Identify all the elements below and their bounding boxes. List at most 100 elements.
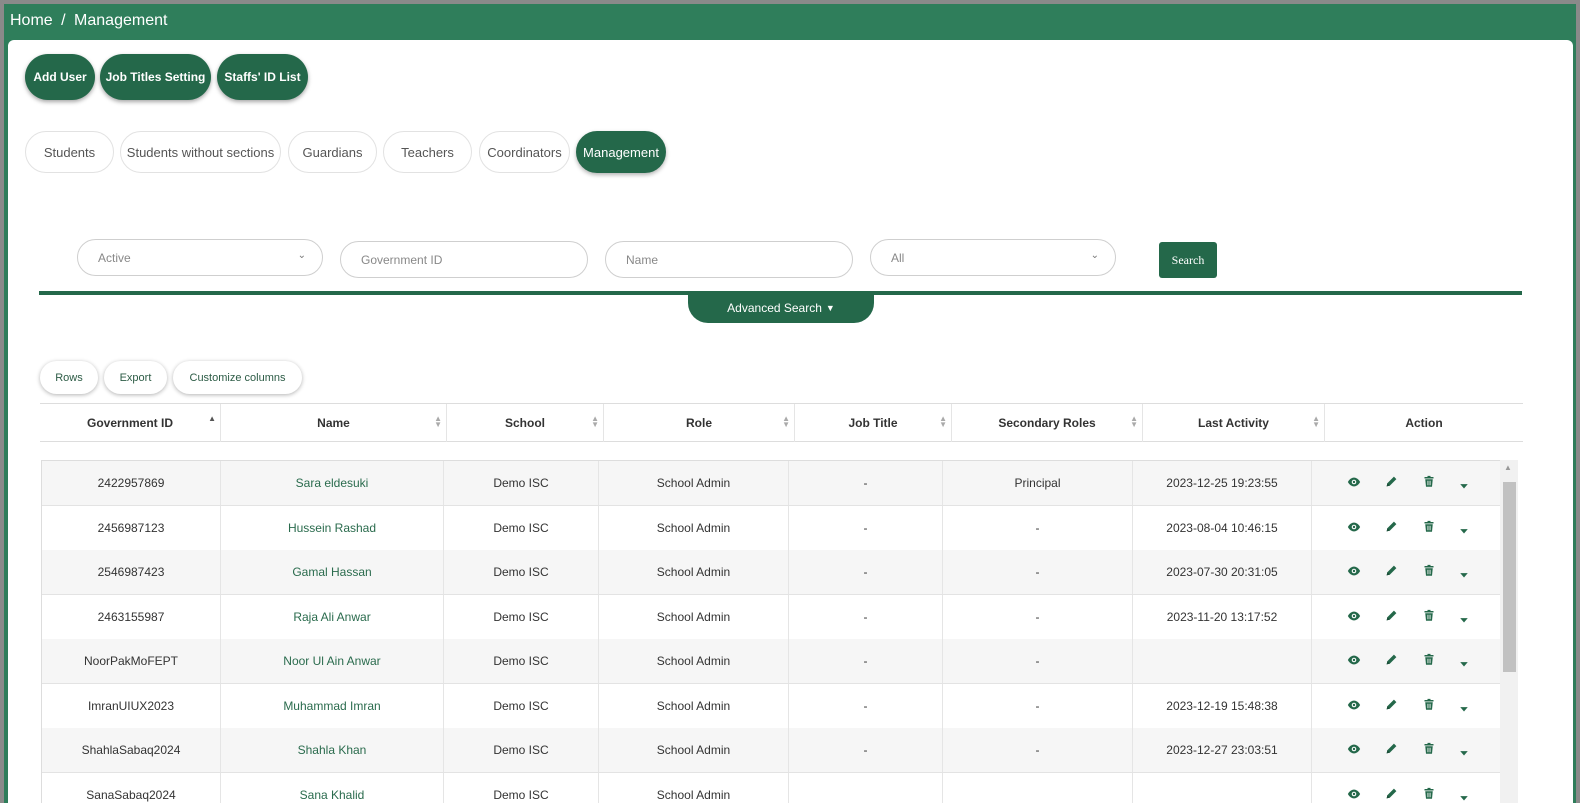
eye-icon[interactable] (1347, 564, 1363, 580)
cell-job-title: - (789, 550, 943, 594)
column-secondary-roles[interactable]: Secondary Roles ▲ ▼ (952, 404, 1143, 442)
tab-management[interactable]: Management (576, 131, 666, 173)
sort-asc-icon: ▲ (208, 414, 216, 423)
eye-icon[interactable] (1347, 787, 1363, 803)
pencil-icon[interactable] (1385, 698, 1401, 714)
cell-name[interactable]: Gamal Hassan (221, 550, 444, 594)
chevron-down-icon: ⌄ (297, 250, 306, 261)
table-body: 2422957869 Sara eldesuki Demo ISC School Ad… (41, 460, 1500, 803)
caret-down-icon[interactable] (1459, 701, 1475, 717)
cell-last-activity: 2023-12-25 19:23:55 (1133, 461, 1312, 505)
cell-name[interactable]: Hussein Rashad (221, 505, 444, 550)
cell-school: Demo ISC (444, 505, 599, 550)
cell-government-id: 2546987423 (42, 550, 221, 594)
cell-secondary-roles: - (943, 594, 1133, 639)
cell-job-title (789, 772, 943, 803)
pencil-icon[interactable] (1385, 475, 1401, 491)
column-name[interactable]: Name ▲ ▼ (221, 404, 447, 442)
eye-icon[interactable] (1347, 698, 1363, 714)
cell-job-title: - (789, 683, 943, 728)
caret-down-icon[interactable] (1459, 567, 1475, 583)
scroll-up-icon[interactable]: ▲ (1504, 463, 1512, 472)
pencil-icon[interactable] (1385, 564, 1401, 580)
eye-icon[interactable] (1347, 520, 1363, 536)
column-last-activity[interactable]: Last Activity ▲ ▼ (1143, 404, 1325, 442)
trash-icon[interactable] (1423, 609, 1439, 625)
tab-students-without-sections[interactable]: Students without sections (120, 131, 281, 173)
cell-school: Demo ISC (444, 461, 599, 505)
trash-icon[interactable] (1423, 742, 1439, 758)
government-id-placeholder: Government ID (361, 252, 443, 267)
customize-columns-button[interactable]: Customize columns (173, 361, 302, 394)
eye-icon[interactable] (1347, 609, 1363, 625)
trash-icon[interactable] (1423, 698, 1439, 714)
pencil-icon[interactable] (1385, 787, 1401, 803)
trash-icon[interactable] (1423, 564, 1439, 580)
tab-students[interactable]: Students (25, 131, 114, 173)
cell-name[interactable]: Muhammad Imran (221, 683, 444, 728)
cell-role: School Admin (599, 594, 789, 639)
pencil-icon[interactable] (1385, 520, 1401, 536)
table-row: 2422957869 Sara eldesuki Demo ISC School Ad… (42, 461, 1500, 506)
caret-down-icon[interactable] (1459, 656, 1475, 672)
advanced-search-button[interactable]: Advanced Search ▼ (688, 293, 874, 323)
table-row: ShahlaSabaq2024 Shahla Khan Demo ISC School… (42, 728, 1500, 773)
cell-name[interactable]: Sara eldesuki (221, 461, 444, 505)
pencil-icon[interactable] (1385, 742, 1401, 758)
breadcrumb-home[interactable]: Home (10, 12, 53, 29)
caret-down-icon[interactable] (1459, 790, 1475, 803)
eye-icon[interactable] (1347, 653, 1363, 669)
cell-last-activity (1133, 639, 1312, 683)
breadcrumb-current: Management (74, 12, 168, 29)
cell-name[interactable]: Sana Khalid (221, 772, 444, 803)
table-row: 2456987123 Hussein Rashad Demo ISC School A… (42, 505, 1500, 551)
cell-school: Demo ISC (444, 550, 599, 594)
staffs-id-list-button[interactable]: Staffs' ID List (217, 54, 308, 100)
cell-last-activity: 2023-11-20 13:17:52 (1133, 594, 1312, 639)
trash-icon[interactable] (1423, 520, 1439, 536)
pencil-icon[interactable] (1385, 609, 1401, 625)
eye-icon[interactable] (1347, 475, 1363, 491)
cell-name[interactable]: Noor Ul Ain Anwar (221, 639, 444, 683)
tab-coordinators[interactable]: Coordinators (479, 131, 570, 173)
name-input[interactable]: Name (605, 241, 853, 278)
caret-down-icon: ▼ (825, 303, 835, 313)
tab-teachers[interactable]: Teachers (383, 131, 472, 173)
table-row: 2463155987 Raja Ali Anwar Demo ISC School A… (42, 594, 1500, 640)
export-button[interactable]: Export (104, 361, 167, 394)
trash-icon[interactable] (1423, 475, 1439, 491)
eye-icon[interactable] (1347, 742, 1363, 758)
sort-icon: ▲ ▼ (939, 414, 947, 429)
cell-job-title: - (789, 594, 943, 639)
tab-guardians[interactable]: Guardians (288, 131, 377, 173)
add-user-button[interactable]: Add User (25, 54, 95, 100)
cell-name[interactable]: Raja Ali Anwar (221, 594, 444, 639)
cell-government-id: 2463155987 (42, 594, 221, 639)
table-scrollbar[interactable]: ▲ (1500, 460, 1518, 803)
job-titles-setting-button[interactable]: Job Titles Setting (100, 54, 211, 100)
caret-down-icon[interactable] (1459, 478, 1475, 494)
column-role[interactable]: Role ▲ ▼ (604, 404, 795, 442)
cell-role: School Admin (599, 683, 789, 728)
table-header: Government ID ▲ Name ▲ ▼ School ▲ ▼ Role ▲ ▼ Jo… (40, 403, 1523, 442)
scrollbar-thumb[interactable] (1503, 482, 1516, 672)
government-id-input[interactable]: Government ID (340, 241, 588, 278)
cell-government-id: NoorPakMoFEPT (42, 639, 221, 683)
caret-down-icon[interactable] (1459, 612, 1475, 628)
cell-last-activity: 2023-12-19 15:48:38 (1133, 683, 1312, 728)
search-button[interactable]: Search (1159, 242, 1217, 278)
cell-last-activity: 2023-12-27 23:03:51 (1133, 728, 1312, 772)
cell-school: Demo ISC (444, 594, 599, 639)
column-government-id[interactable]: Government ID ▲ (40, 404, 221, 442)
trash-icon[interactable] (1423, 787, 1439, 803)
caret-down-icon[interactable] (1459, 523, 1475, 539)
status-select[interactable]: Active ⌄ (77, 239, 323, 276)
rows-button[interactable]: Rows (40, 361, 98, 394)
school-select[interactable]: All ⌄ (870, 239, 1116, 276)
trash-icon[interactable] (1423, 653, 1439, 669)
column-job-title[interactable]: Job Title ▲ ▼ (795, 404, 952, 442)
caret-down-icon[interactable] (1459, 745, 1475, 761)
pencil-icon[interactable] (1385, 653, 1401, 669)
cell-name[interactable]: Shahla Khan (221, 728, 444, 772)
column-school[interactable]: School ▲ ▼ (447, 404, 604, 442)
